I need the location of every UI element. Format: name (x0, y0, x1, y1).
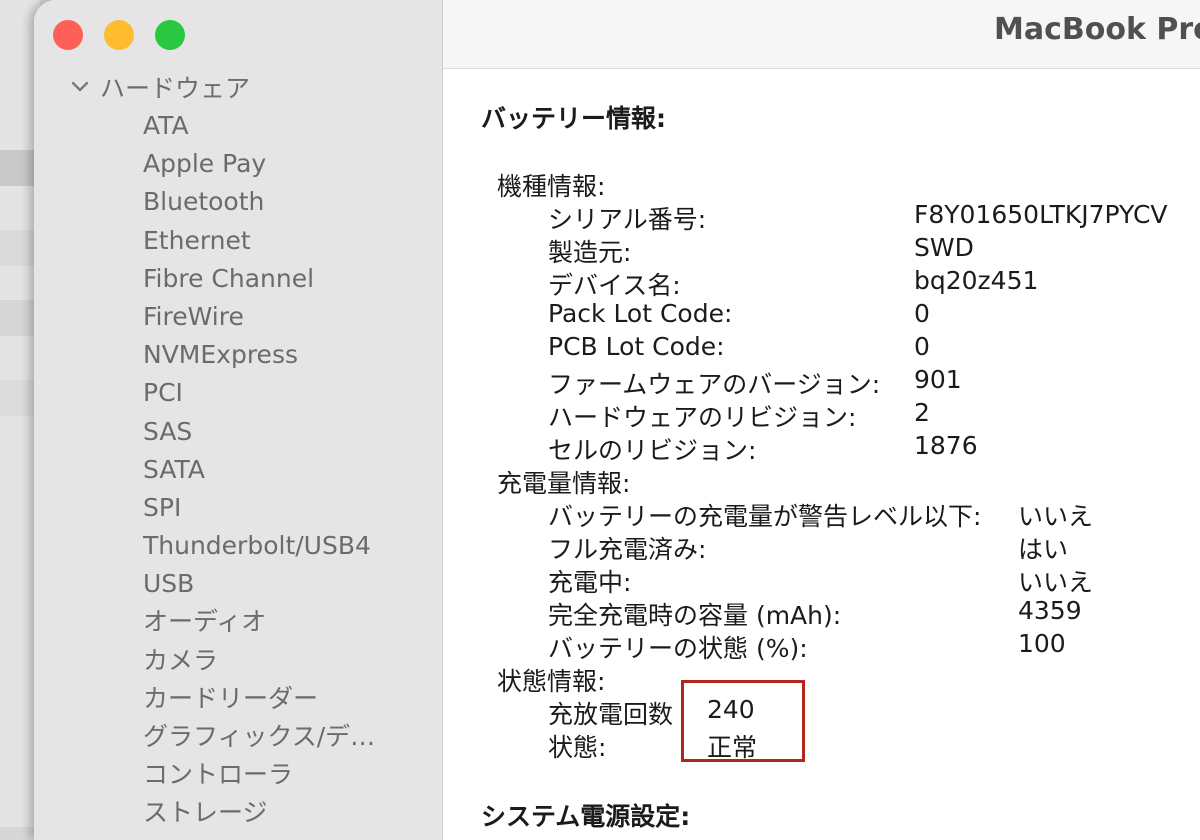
battery-state-percent-label: バッテリーの状態 (%): (548, 634, 808, 663)
battery-info-heading: バッテリー情報: (481, 104, 666, 133)
background-stripe (0, 230, 36, 266)
cell-revision-label: セルのリビジョン: (548, 436, 757, 465)
device-name-label: デバイス名: (548, 271, 681, 300)
sidebar-item-card-reader[interactable]: カードリーダー (143, 680, 375, 718)
system-power-settings-heading: システム電源設定: (481, 802, 691, 831)
sidebar-item-spi[interactable]: SPI (143, 489, 375, 527)
battery-state-percent-value: 100 (1018, 629, 1066, 658)
serial-number-value: F8Y01650LTKJ7PYCV (914, 200, 1168, 229)
fully-charged-label: フル充電済み: (548, 535, 707, 564)
zoom-button[interactable] (155, 20, 185, 50)
sidebar-item-bluetooth[interactable]: Bluetooth (143, 183, 375, 221)
hardware-revision-label: ハードウェアのリビジョン: (548, 403, 857, 432)
sidebar-item-fibre-channel[interactable]: Fibre Channel (143, 260, 375, 298)
sidebar-item-controller[interactable]: コントローラ (143, 756, 375, 794)
low-charge-warning-label: バッテリーの充電量が警告レベル以下: (548, 502, 982, 531)
chevron-down-icon[interactable] (68, 75, 92, 99)
minimize-button[interactable] (104, 20, 134, 50)
low-charge-warning-value: いいえ (1018, 502, 1094, 531)
sidebar-section-label: ハードウェア (100, 74, 251, 103)
window-title: MacBook Pro (994, 12, 1200, 47)
titlebar: MacBook Pro (443, 0, 1200, 69)
pack-lot-code-value: 0 (914, 299, 930, 328)
sidebar-item-apple-pay[interactable]: Apple Pay (143, 145, 375, 183)
sidebar-item-camera[interactable]: カメラ (143, 642, 375, 680)
highlight-box (681, 680, 805, 762)
detail-pane: バッテリー情報: 機種情報: シリアル番号: F8Y01650LTKJ7PYCV… (443, 69, 1200, 840)
charging-value: いいえ (1018, 568, 1094, 597)
firmware-version-label: ファームウェアのバージョン: (548, 370, 881, 399)
health-info-heading: 状態情報: (497, 667, 606, 696)
sidebar-list: ATA Apple Pay Bluetooth Ethernet Fibre C… (143, 107, 375, 833)
full-charge-capacity-value: 4359 (1018, 596, 1082, 625)
sidebar-item-graphics-display[interactable]: グラフィックス/デ… (143, 718, 375, 756)
background-stripe (0, 380, 36, 416)
background-stripe (0, 300, 36, 336)
charge-info-heading: 充電量情報: (497, 469, 631, 498)
pcb-lot-code-label: PCB Lot Code: (548, 332, 725, 361)
charging-label: 充電中: (548, 568, 632, 597)
sidebar-section-hardware[interactable]: ハードウェア (68, 70, 250, 104)
model-info-heading: 機種情報: (497, 172, 606, 201)
sidebar-item-audio[interactable]: オーディオ (143, 603, 375, 641)
sidebar-item-sas[interactable]: SAS (143, 413, 375, 451)
sidebar-item-ethernet[interactable]: Ethernet (143, 222, 375, 260)
full-charge-capacity-label: 完全充電時の容量 (mAh): (548, 601, 842, 630)
background-stripe (0, 150, 36, 186)
hardware-revision-value: 2 (914, 398, 930, 427)
close-button[interactable] (53, 20, 83, 50)
manufacturer-value: SWD (914, 233, 974, 262)
cycle-count-label: 充放電回数 (548, 700, 674, 729)
sidebar-item-ata[interactable]: ATA (143, 107, 375, 145)
device-name-value: bq20z451 (914, 266, 1039, 295)
sidebar-item-usb[interactable]: USB (143, 565, 375, 603)
system-information-window: ハードウェア ATA Apple Pay Bluetooth Ethernet … (34, 0, 1200, 840)
pcb-lot-code-value: 0 (914, 332, 930, 361)
sidebar-item-sata[interactable]: SATA (143, 451, 375, 489)
pack-lot-code-label: Pack Lot Code: (548, 299, 733, 328)
firmware-version-value: 901 (914, 365, 962, 394)
sidebar-item-pci[interactable]: PCI (143, 374, 375, 412)
serial-number-label: シリアル番号: (548, 205, 707, 234)
sidebar-item-thunderbolt-usb4[interactable]: Thunderbolt/USB4 (143, 527, 375, 565)
fully-charged-value: はい (1018, 535, 1069, 564)
manufacturer-label: 製造元: (548, 238, 632, 267)
sidebar: ハードウェア ATA Apple Pay Bluetooth Ethernet … (34, 0, 443, 840)
condition-label: 状態: (548, 733, 607, 762)
cell-revision-value: 1876 (914, 431, 978, 460)
sidebar-item-firewire[interactable]: FireWire (143, 298, 375, 336)
sidebar-item-nvmexpress[interactable]: NVMExpress (143, 336, 375, 374)
